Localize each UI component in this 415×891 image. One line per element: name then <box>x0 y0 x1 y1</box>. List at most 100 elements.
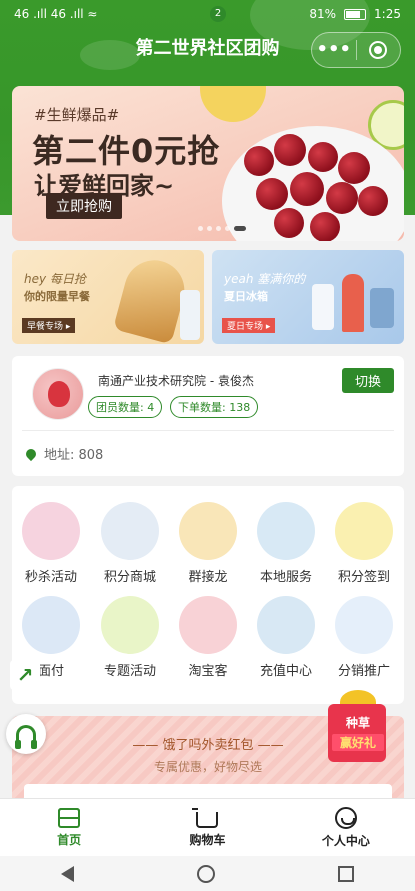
summer-promo-card[interactable]: yeah 塞满你的 夏日冰箱 夏日专场 ▸ <box>212 250 404 344</box>
headset-icon <box>15 725 37 749</box>
carousel-dot-active <box>234 226 246 231</box>
category-seckill[interactable]: 秒杀活动 <box>12 502 90 585</box>
store-info-card: 南通产业技术研究院 - 袁俊杰 切换 团员数量: 4 下单数量: 138 地址:… <box>12 356 404 476</box>
system-nav-bar <box>0 856 415 891</box>
category-label: 积分商城 <box>103 570 156 585</box>
points-mall-icon <box>101 502 159 560</box>
location-pin-icon <box>23 446 39 461</box>
milk-image <box>180 290 200 340</box>
cherry-image <box>310 212 340 241</box>
cart-count-badge: 2 <box>210 6 226 22</box>
clock: 1:25 <box>374 7 401 21</box>
cherry-image <box>256 178 288 210</box>
carousel-dot <box>225 226 230 231</box>
juice-image <box>370 288 394 328</box>
recharge-icon <box>257 596 315 654</box>
external-link-icon: ↗ <box>16 663 34 687</box>
summer-special-button[interactable]: 夏日专场 ▸ <box>222 318 276 333</box>
promo-subtitle: 你的限量早餐 <box>24 290 90 303</box>
category-distribution[interactable]: 分销推广 <box>325 596 403 679</box>
promo-banner[interactable]: #生鲜爆品# 第二件0元抢 让爱鲜回家~ 立即抢购 <box>12 86 404 241</box>
cherry-image <box>244 146 274 176</box>
tab-label: 首页 <box>57 832 82 847</box>
close-miniprogram-button[interactable] <box>357 41 401 59</box>
miniprogram-capsule: ••• <box>311 32 401 68</box>
cherry-image <box>338 152 370 184</box>
tab-cart[interactable]: 购物车 <box>138 799 276 856</box>
breakfast-special-button[interactable]: 早餐专场 ▸ <box>22 318 76 333</box>
category-label: 积分签到 <box>337 570 390 585</box>
breakfast-promo-card[interactable]: hey 每日抢 你的限量早餐 早餐专场 ▸ <box>12 250 204 344</box>
carousel-dot <box>207 226 212 231</box>
carousel-indicator <box>198 226 246 231</box>
category-points-mall[interactable]: 积分商城 <box>91 502 169 585</box>
back-icon[interactable] <box>61 865 75 882</box>
bottom-tabbar: 首页 购物车 个人中心 <box>0 798 415 856</box>
cherry-image <box>308 142 338 172</box>
store-avatar <box>32 368 84 420</box>
target-icon <box>369 41 388 59</box>
category-label: 充值中心 <box>259 664 312 679</box>
signin-icon <box>335 502 393 560</box>
promo-title: hey 每日抢 <box>24 272 86 286</box>
home-circle-icon[interactable] <box>196 864 215 883</box>
carousel-dot <box>216 226 221 231</box>
drink-image <box>312 284 334 330</box>
topic-icon <box>101 596 159 654</box>
category-label: 专题活动 <box>103 664 156 679</box>
cherry-image <box>274 134 306 166</box>
category-label: 秒杀活动 <box>24 570 77 585</box>
tab-label: 购物车 <box>189 832 226 847</box>
promo-title: yeah 塞满你的 <box>224 272 306 286</box>
share-button[interactable]: ↗ <box>10 660 40 690</box>
battery-percent: 81% <box>309 7 337 21</box>
distribution-icon <box>335 596 393 654</box>
buy-now-button[interactable]: 立即抢购 <box>46 193 122 219</box>
tab-home[interactable]: 首页 <box>0 799 138 856</box>
cart-icon <box>192 807 219 828</box>
category-taobao[interactable]: 淘宝客 <box>169 596 247 679</box>
promo-subtitle: 夏日冰箱 <box>224 290 268 303</box>
category-local-service[interactable]: 本地服务 <box>247 502 325 585</box>
address-text: 地址: 808 <box>44 448 104 463</box>
fish-image <box>342 274 364 332</box>
gift-box-icon <box>328 704 386 762</box>
carousel-dot <box>198 226 203 231</box>
category-group-chain[interactable]: 群接龙 <box>169 502 247 585</box>
divider <box>22 430 394 431</box>
banner-tag: #生鲜爆品# <box>34 106 120 124</box>
gift-line2: 赢好礼 <box>332 734 384 751</box>
category-grid: 秒杀活动 积分商城 群接龙 本地服务 积分签到 面付 专题活动 淘宝客 充值中心… <box>12 486 404 704</box>
seckill-icon <box>22 502 80 560</box>
switch-store-button[interactable]: 切换 <box>341 368 394 393</box>
face-pay-icon <box>22 596 80 654</box>
store-name: 南通产业技术研究院 - 袁俊杰 <box>98 374 254 388</box>
tab-profile[interactable]: 个人中心 <box>277 799 415 856</box>
category-recharge[interactable]: 充值中心 <box>247 596 325 679</box>
recent-apps-icon[interactable] <box>337 865 354 882</box>
user-icon <box>334 806 357 829</box>
signal-indicators: 46 .ıll 46 .ıll ≈ <box>14 7 98 21</box>
category-label: 淘宝客 <box>188 664 228 679</box>
category-signin[interactable]: 积分签到 <box>325 502 403 585</box>
store-address: 地址: 808 <box>23 444 104 463</box>
category-label: 本地服务 <box>259 570 312 585</box>
category-label: 群接龙 <box>188 570 228 585</box>
gift-line1: 种草 <box>345 716 370 730</box>
gift-promo-button[interactable]: 种草 赢好礼 <box>322 690 402 770</box>
category-label: 分销推广 <box>337 664 390 679</box>
taobao-icon <box>179 596 237 654</box>
cherry-image <box>274 208 304 238</box>
local-service-icon <box>257 502 315 560</box>
status-bar: 46 .ıll 46 .ıll ≈ 81% 1:25 <box>0 0 415 28</box>
group-chain-icon <box>179 502 237 560</box>
fruit-decoration <box>200 86 266 122</box>
tab-label: 个人中心 <box>321 833 370 848</box>
more-menu-button[interactable]: ••• <box>312 32 356 68</box>
home-icon <box>58 807 81 828</box>
cherry-image <box>290 172 324 206</box>
order-count-badge: 下单数量: 138 <box>170 396 259 418</box>
battery-icon <box>344 8 367 20</box>
category-topic[interactable]: 专题活动 <box>91 596 169 679</box>
customer-service-button[interactable] <box>6 714 46 754</box>
